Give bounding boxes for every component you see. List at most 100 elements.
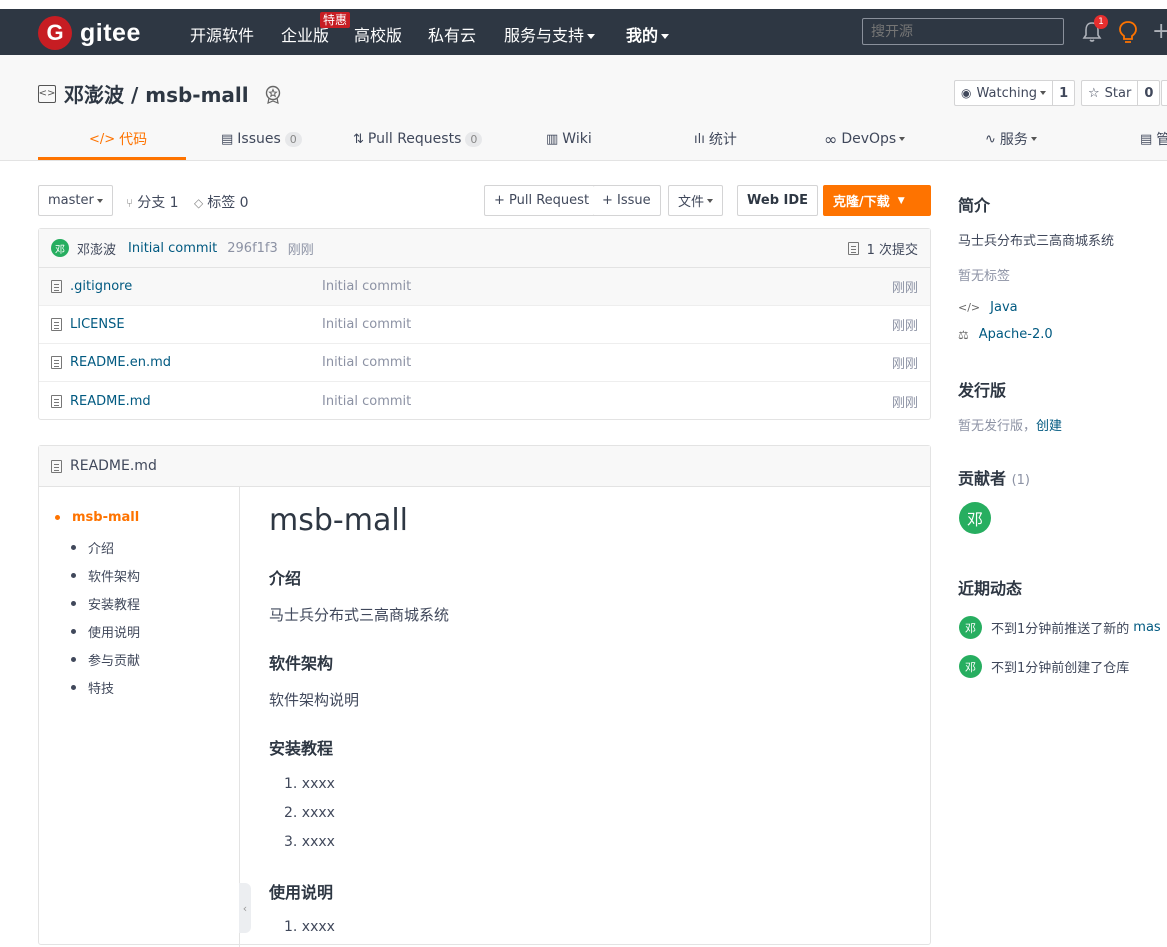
star-count[interactable]: 0	[1137, 81, 1159, 105]
tab-manage[interactable]: ▤ 管	[1140, 129, 1167, 149]
latest-commit-row: 邓 邓澎波 Initial commit 296f1f3 刚刚 1 次提交	[39, 229, 930, 268]
repo-name-link[interactable]: 邓澎波 / msb-mall	[64, 79, 249, 108]
tags-link[interactable]: ◇ 标签 0	[194, 192, 249, 212]
bullet-icon	[71, 685, 76, 690]
new-issue-button[interactable]: + Issue	[593, 185, 661, 216]
tab-stats[interactable]: ılı 统计	[694, 129, 737, 149]
table-row[interactable]: LICENSE Initial commit 刚刚	[39, 306, 930, 344]
commit-author[interactable]: 邓澎波	[77, 239, 116, 258]
lightbulb-icon[interactable]	[1118, 20, 1138, 44]
file-commit-message[interactable]: Initial commit	[322, 355, 411, 370]
tab-services-label: 服务	[999, 132, 1028, 148]
table-row[interactable]: README.en.md Initial commit 刚刚	[39, 344, 930, 382]
readme-h2-install: 安装教程	[269, 739, 334, 758]
star-label: Star	[1104, 85, 1132, 101]
create-release-link[interactable]: 创建	[1036, 419, 1062, 434]
file-commit-message[interactable]: Initial commit	[322, 394, 411, 409]
commit-message[interactable]: Initial commit	[128, 241, 217, 256]
activity-text: 不到1分钟前创建了仓库	[991, 661, 1130, 676]
toc-item[interactable]: 安装教程	[71, 594, 140, 613]
tab-devops[interactable]: ∞ DevOps	[824, 129, 906, 149]
medal-icon[interactable]	[263, 84, 283, 104]
top-navbar: G gitee 开源软件 企业版 特惠 高校版 私有云 服务与支持 我的 1 +	[0, 9, 1167, 55]
toc-item[interactable]: 介绍	[71, 538, 114, 557]
search-input[interactable]	[862, 18, 1064, 45]
book-icon: ▥	[546, 131, 559, 147]
web-ide-button[interactable]: Web IDE	[737, 185, 819, 216]
readme-panel: README.md msb-mall 介绍 软件架构 安装教程 使用说明 参与贡…	[38, 445, 931, 947]
tab-issues[interactable]: ▤ Issues 0	[221, 129, 302, 149]
toc-item[interactable]: 使用说明	[71, 622, 140, 641]
file-time: 刚刚	[891, 281, 918, 296]
license-link[interactable]: Apache-2.0	[979, 327, 1053, 342]
watch-button[interactable]: ◉ Watching 1	[954, 80, 1076, 106]
sidebar-activity-heading: 近期动态	[958, 579, 1023, 598]
commit-count-link[interactable]: 1 次提交	[847, 239, 918, 258]
plus-icon[interactable]: +	[1152, 19, 1167, 44]
star-button[interactable]: ☆ Star 0	[1081, 80, 1161, 106]
nav-service-support[interactable]: 服务与支持	[504, 22, 596, 46]
new-pull-request-button[interactable]: + Pull Request	[484, 185, 600, 216]
table-row[interactable]: .gitignore Initial commit 刚刚	[39, 268, 930, 306]
clone-download-button[interactable]: 克隆/下载 ▼	[823, 185, 931, 216]
file-commit-message[interactable]: Initial commit	[322, 317, 411, 332]
toc-item[interactable]: 参与贡献	[71, 650, 140, 669]
avatar[interactable]: 邓	[51, 239, 69, 257]
file-name[interactable]: README.en.md	[70, 355, 171, 370]
fork-button[interactable]	[1161, 80, 1167, 106]
language-link[interactable]: Java	[990, 300, 1017, 315]
activity-item[interactable]: 邓不到1分钟前创建了仓库	[959, 655, 1129, 678]
tab-issues-label: Issues	[237, 131, 281, 147]
tab-services[interactable]: ∿ 服务	[985, 129, 1037, 149]
gitee-logo[interactable]: G gitee	[38, 16, 141, 50]
file-menu-button[interactable]: 文件	[668, 185, 724, 216]
branches-link[interactable]: ⑂ 分支 1	[126, 192, 179, 212]
nav-university[interactable]: 高校版	[354, 22, 402, 46]
nav-mine[interactable]: 我的	[626, 22, 670, 46]
tab-pull-requests[interactable]: ⇅ Pull Requests 0	[353, 129, 483, 149]
commit-hash[interactable]: 296f1f3	[227, 241, 278, 256]
toc-label: 参与贡献	[88, 654, 141, 669]
commit-time: 刚刚	[287, 242, 314, 258]
bullet-icon	[71, 545, 76, 550]
file-name[interactable]: .gitignore	[70, 279, 132, 294]
toc-item[interactable]: msb-mall	[55, 510, 139, 525]
bullet-icon	[55, 515, 60, 520]
toc-item[interactable]: 特技	[71, 678, 114, 697]
activity-item[interactable]: 邓不到1分钟前推送了新的 mas	[959, 616, 1161, 639]
chevron-down-icon	[1040, 91, 1047, 95]
sidebar-license[interactable]: ⚖ Apache-2.0	[958, 327, 1053, 342]
notification-count-badge: 1	[1094, 15, 1108, 29]
active-tab-underline	[38, 157, 186, 160]
avatar[interactable]: 邓	[959, 616, 982, 639]
chevron-down-icon	[96, 198, 103, 203]
readme-toc: msb-mall 介绍 软件架构 安装教程 使用说明 参与贡献 特技	[39, 487, 240, 947]
code-icon: </>	[89, 131, 116, 147]
pr-count: 0	[465, 131, 483, 147]
activity-link[interactable]: mas	[1133, 620, 1160, 635]
sidebar-language[interactable]: </> Java	[958, 300, 1018, 315]
file-icon	[51, 318, 62, 331]
scale-icon: ⚖	[958, 327, 969, 342]
nav-private-cloud[interactable]: 私有云	[428, 22, 476, 46]
file-commit-message[interactable]: Initial commit	[322, 279, 411, 294]
bar-chart-icon: ılı	[694, 131, 705, 147]
branch-select[interactable]: master	[38, 185, 113, 216]
bullet-icon	[71, 629, 76, 634]
avatar[interactable]: 邓	[959, 655, 982, 678]
watch-count[interactable]: 1	[1052, 81, 1074, 105]
tab-code[interactable]: </> 代码	[89, 129, 147, 149]
file-list: 邓 邓澎波 Initial commit 296f1f3 刚刚 1 次提交 .g…	[38, 228, 931, 420]
nav-open-source[interactable]: 开源软件	[190, 22, 254, 46]
nav-mine-label: 我的	[626, 26, 659, 45]
toc-item[interactable]: 软件架构	[71, 566, 140, 585]
readme-p-intro: 马士兵分布式三高商城系统	[269, 606, 450, 624]
toc-collapse-handle[interactable]: ‹	[239, 883, 251, 933]
bullet-icon	[71, 573, 76, 578]
avatar[interactable]: 邓	[959, 502, 991, 534]
file-name[interactable]: README.md	[70, 394, 151, 409]
file-name[interactable]: LICENSE	[70, 317, 125, 332]
tags-count: 标签 0	[207, 195, 249, 211]
tab-wiki[interactable]: ▥ Wiki	[546, 129, 592, 149]
table-row[interactable]: README.md Initial commit 刚刚	[39, 382, 930, 420]
